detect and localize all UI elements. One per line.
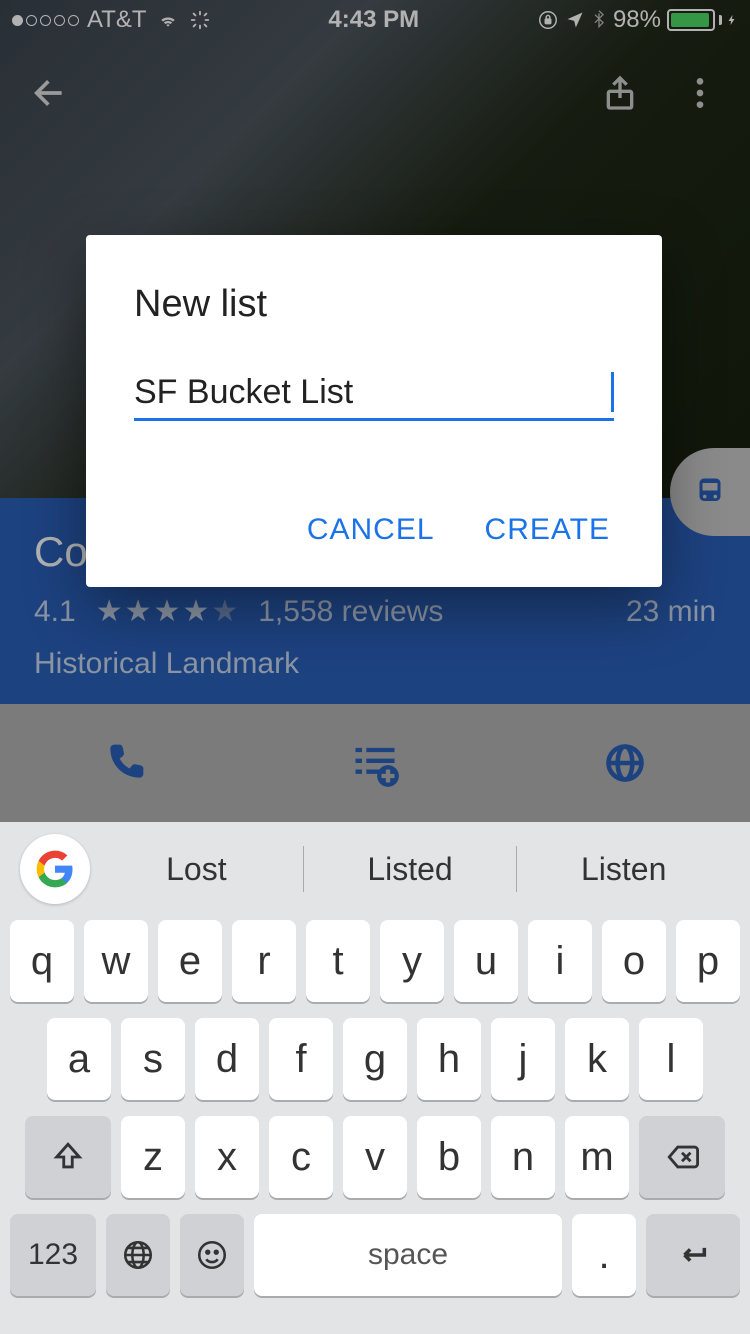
key-j[interactable]: j [491, 1018, 555, 1100]
text-cursor [611, 372, 614, 412]
key-e[interactable]: e [158, 920, 222, 1002]
return-icon [673, 1238, 713, 1272]
emoji-icon [195, 1238, 229, 1272]
dialog-title: New list [134, 283, 614, 326]
google-search-button[interactable] [20, 834, 90, 904]
key-w[interactable]: w [84, 920, 148, 1002]
key-i[interactable]: i [528, 920, 592, 1002]
emoji-key[interactable] [180, 1214, 244, 1296]
suggestion-1[interactable]: Lost [90, 851, 303, 888]
shift-key[interactable] [25, 1116, 111, 1198]
key-d[interactable]: d [195, 1018, 259, 1100]
key-u[interactable]: u [454, 920, 518, 1002]
on-screen-keyboard: Lost Listed Listen qwertyuiop asdfghjkl … [0, 822, 750, 1334]
key-c[interactable]: c [269, 1116, 333, 1198]
backspace-icon [662, 1140, 702, 1174]
key-z[interactable]: z [121, 1116, 185, 1198]
key-r[interactable]: r [232, 920, 296, 1002]
shift-icon [51, 1140, 85, 1174]
key-y[interactable]: y [380, 920, 444, 1002]
key-m[interactable]: m [565, 1116, 629, 1198]
key-g[interactable]: g [343, 1018, 407, 1100]
key-t[interactable]: t [306, 920, 370, 1002]
space-key[interactable]: space [254, 1214, 562, 1296]
key-p[interactable]: p [676, 920, 740, 1002]
key-x[interactable]: x [195, 1116, 259, 1198]
key-k[interactable]: k [565, 1018, 629, 1100]
key-n[interactable]: n [491, 1116, 555, 1198]
key-a[interactable]: a [47, 1018, 111, 1100]
key-l[interactable]: l [639, 1018, 703, 1100]
key-h[interactable]: h [417, 1018, 481, 1100]
key-o[interactable]: o [602, 920, 666, 1002]
key-b[interactable]: b [417, 1116, 481, 1198]
return-key[interactable] [646, 1214, 740, 1296]
key-f[interactable]: f [269, 1018, 333, 1100]
new-list-dialog: New list SF Bucket List CANCEL CREATE [86, 235, 662, 587]
create-button[interactable]: CREATE [485, 513, 610, 547]
cancel-button[interactable]: CANCEL [307, 513, 435, 547]
suggestion-3[interactable]: Listen [517, 851, 730, 888]
backspace-key[interactable] [639, 1116, 725, 1198]
list-name-field[interactable]: SF Bucket List [134, 372, 614, 421]
period-key[interactable]: . [572, 1214, 636, 1296]
number-mode-key[interactable]: 123 [10, 1214, 96, 1296]
globe-icon [121, 1238, 155, 1272]
key-q[interactable]: q [10, 920, 74, 1002]
suggestion-2[interactable]: Listed [304, 851, 517, 888]
list-name-input-text: SF Bucket List [134, 373, 611, 412]
globe-key[interactable] [106, 1214, 170, 1296]
key-s[interactable]: s [121, 1018, 185, 1100]
key-v[interactable]: v [343, 1116, 407, 1198]
google-g-icon [35, 849, 75, 889]
